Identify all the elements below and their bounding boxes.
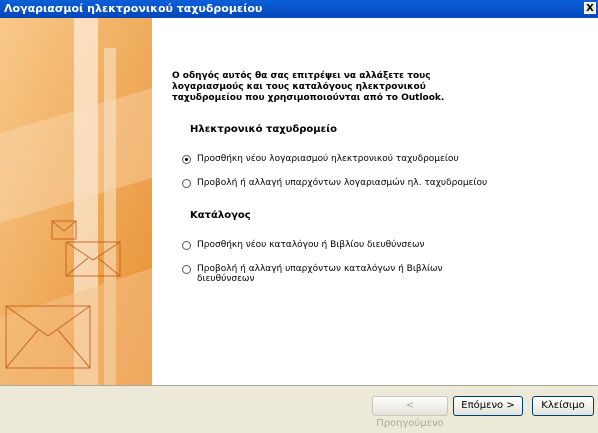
dialog-window: Λογαριασμοί ηλεκτρονικού ταχυδρομείου X: [0, 0, 598, 429]
directory-section-title: Κατάλογος: [190, 210, 251, 221]
close-icon[interactable]: X: [584, 2, 596, 14]
radio-add-directory[interactable]: Προσθήκη νέου καταλόγου ή Βιβλίου διευθύ…: [182, 240, 425, 250]
radio-label: Προβολή ή αλλαγή υπαρχόντων καταλόγων ή …: [197, 264, 443, 284]
envelope-illustration-icon: [0, 18, 152, 385]
window-title: Λογαριασμοί ηλεκτρονικού ταχυδρομείου: [4, 2, 263, 15]
back-button[interactable]: < Προηγούμενο: [372, 396, 448, 429]
radio-add-email-account[interactable]: Προσθήκη νέου λογαριασμού ηλεκτρονικού τ…: [182, 154, 459, 164]
next-button[interactable]: Επόμενο >: [453, 396, 523, 416]
radio-button[interactable]: [182, 241, 191, 250]
wizard-panel: Ο οδηγός αυτός θα σας επιτρέψει να αλλάξ…: [0, 18, 598, 386]
radio-button[interactable]: [182, 155, 191, 164]
radio-label: Προβολή ή αλλαγή υπαρχόντων λογαριασμών …: [197, 178, 488, 188]
title-bar[interactable]: Λογαριασμοί ηλεκτρονικού ταχυδρομείου X: [0, 0, 598, 18]
radio-view-email-accounts[interactable]: Προβολή ή αλλαγή υπαρχόντων λογαριασμών …: [182, 178, 487, 188]
radio-view-directories[interactable]: Προβολή ή αλλαγή υπαρχόντων καταλόγων ή …: [182, 264, 472, 284]
radio-label: Προσθήκη νέου λογαριασμού ηλεκτρονικού τ…: [197, 154, 459, 164]
radio-label: Προσθήκη νέου καταλόγου ή Βιβλίου διευθύ…: [197, 240, 425, 250]
intro-text: Ο οδηγός αυτός θα σας επιτρέψει να αλλάξ…: [172, 71, 445, 103]
radio-button[interactable]: [182, 265, 191, 274]
email-section-title: Ηλεκτρονικό ταχυδρομείο: [190, 124, 337, 135]
radio-button[interactable]: [182, 179, 191, 188]
close-button[interactable]: Κλείσιμο: [532, 396, 594, 416]
